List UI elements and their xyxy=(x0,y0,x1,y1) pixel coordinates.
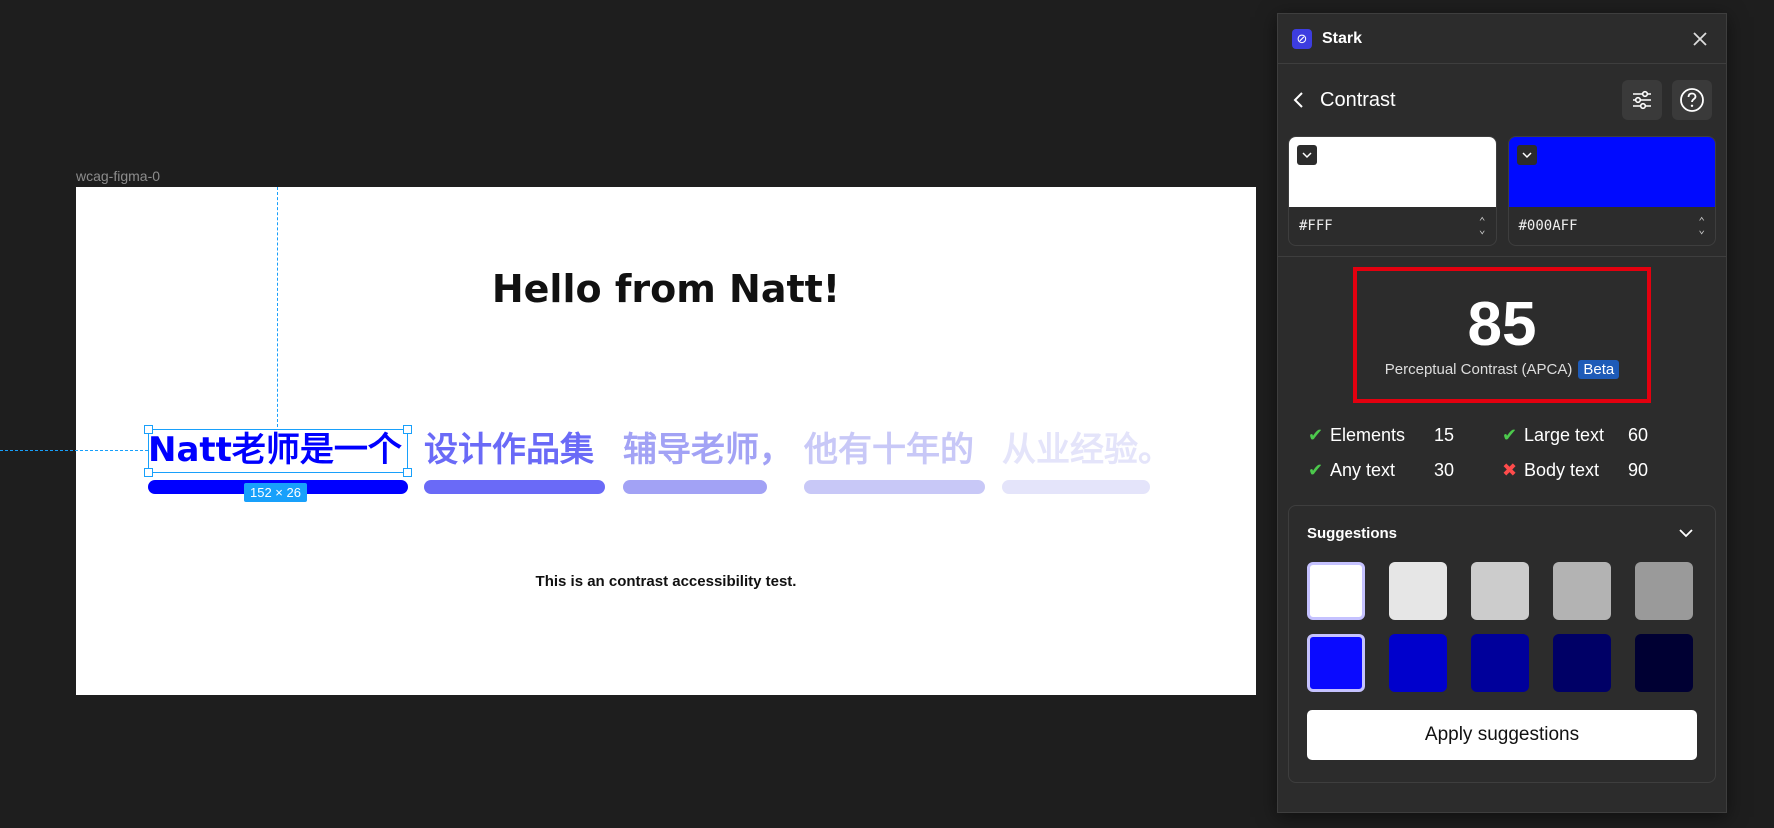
selection-box[interactable] xyxy=(144,425,412,477)
fail-cross-icon: ✖ xyxy=(1502,460,1518,480)
foreground-stepper-icon[interactable]: ⌃ ⌄ xyxy=(1479,216,1486,235)
color-bar-3 xyxy=(623,480,767,494)
suggestion-swatch[interactable] xyxy=(1553,634,1611,692)
help-button[interactable] xyxy=(1672,80,1712,120)
contrast-score-box: 85 Perceptual Contrast (APCA) Beta xyxy=(1353,267,1651,403)
text-layer-2-text: 设计作品集 xyxy=(424,430,594,470)
result-body-text: ✖ Body text 90 xyxy=(1502,460,1696,481)
foreground-dropdown-icon[interactable] xyxy=(1297,145,1317,165)
text-layer-3-text: 辅导老师， xyxy=(623,430,793,470)
text-layer-4-text: 他有十年的 xyxy=(804,430,974,470)
suggestion-swatch[interactable] xyxy=(1307,634,1365,692)
panel-titlebar: ⊘ Stark xyxy=(1278,14,1726,64)
suggestion-swatch[interactable] xyxy=(1389,562,1447,620)
results-grid: ✔ Elements 15 ✔ Large text 60 ✔ Any text… xyxy=(1278,403,1726,481)
selection-size-badge: 152 × 26 xyxy=(244,483,307,502)
color-bar-2 xyxy=(424,480,605,494)
result-label: Large text xyxy=(1524,425,1605,445)
text-layer-5-text: 从业经验。 xyxy=(1002,430,1172,470)
beta-badge: Beta xyxy=(1578,359,1620,379)
text-layer-5[interactable]: 从业经验。 xyxy=(1002,427,1172,494)
frame-label[interactable]: wcag-figma-0 xyxy=(76,168,160,184)
foreground-hex-value[interactable]: #FFF xyxy=(1299,218,1479,234)
panel-header: Contrast xyxy=(1278,64,1726,136)
resize-handle-bl[interactable] xyxy=(144,468,153,477)
foreground-swatch-card: #FFF ⌃ ⌄ xyxy=(1288,136,1497,246)
help-icon xyxy=(1680,88,1704,112)
score-label: Perceptual Contrast (APCA) xyxy=(1384,360,1573,378)
foreground-swatch[interactable] xyxy=(1289,137,1496,207)
background-swatch[interactable] xyxy=(1508,137,1715,207)
result-value: 30 xyxy=(1434,460,1455,480)
canvas-frame[interactable]: Hello from Natt! Natt老师是一个 设计作品集 辅导老师， 他… xyxy=(0,187,1256,695)
suggestion-swatch[interactable] xyxy=(1635,634,1693,692)
result-label: Elements xyxy=(1330,425,1406,445)
background-stepper-icon[interactable]: ⌃ ⌄ xyxy=(1698,216,1705,235)
settings-sliders-button[interactable] xyxy=(1622,80,1662,120)
color-bar-4 xyxy=(804,480,985,494)
result-value: 60 xyxy=(1628,425,1649,445)
suggestion-swatch[interactable] xyxy=(1553,562,1611,620)
suggestion-swatch[interactable] xyxy=(1471,562,1529,620)
contrast-score: 85 xyxy=(1467,289,1537,359)
score-label-row: Perceptual Contrast (APCA) Beta xyxy=(1384,359,1620,379)
app-name: Stark xyxy=(1322,29,1363,47)
guide-horizontal xyxy=(0,450,148,451)
result-label: Any text xyxy=(1330,460,1396,480)
frame-heading[interactable]: Hello from Natt! xyxy=(76,267,1256,311)
result-value: 90 xyxy=(1628,460,1649,480)
text-layer-3[interactable]: 辅导老师， xyxy=(623,427,793,494)
background-dropdown-icon[interactable] xyxy=(1516,145,1537,165)
resize-handle-tr[interactable] xyxy=(403,425,412,434)
resize-handle-tl[interactable] xyxy=(144,425,153,434)
resize-handle-br[interactable] xyxy=(403,468,412,477)
suggestions-header[interactable]: Suggestions xyxy=(1307,522,1697,544)
pass-check-icon: ✔ xyxy=(1308,425,1324,445)
pass-check-icon: ✔ xyxy=(1308,460,1324,480)
divider xyxy=(1278,256,1726,257)
suggestion-swatch[interactable] xyxy=(1307,562,1365,620)
pass-check-icon: ✔ xyxy=(1502,425,1518,445)
result-elements: ✔ Elements 15 xyxy=(1308,425,1502,446)
apply-suggestions-button[interactable]: Apply suggestions xyxy=(1307,710,1697,760)
suggestions-title: Suggestions xyxy=(1307,524,1398,542)
suggestion-swatch-grid xyxy=(1307,562,1697,692)
color-pair: #FFF ⌃ ⌄ #000AFF ⌃ ⌄ xyxy=(1278,136,1726,246)
chevron-down-icon[interactable] xyxy=(1675,522,1697,544)
foreground-hex-field[interactable]: #FFF ⌃ ⌄ xyxy=(1289,207,1496,245)
text-layer-4[interactable]: 他有十年的 xyxy=(804,427,985,494)
back-chevron-icon[interactable] xyxy=(1292,89,1314,111)
background-hex-field[interactable]: #000AFF ⌃ ⌄ xyxy=(1509,207,1716,245)
background-hex-value[interactable]: #000AFF xyxy=(1519,218,1699,234)
result-label: Body text xyxy=(1524,460,1600,480)
stark-logo-icon: ⊘ xyxy=(1292,28,1312,49)
suggestions-card: Suggestions Apply suggestions xyxy=(1288,505,1716,783)
suggestion-swatch[interactable] xyxy=(1389,634,1447,692)
close-icon[interactable] xyxy=(1688,27,1712,51)
result-value: 15 xyxy=(1434,425,1455,445)
suggestion-swatch[interactable] xyxy=(1471,634,1529,692)
color-bar-5 xyxy=(1002,480,1150,494)
frame-footer-text[interactable]: This is an contrast accessibility test. xyxy=(76,573,1256,590)
result-large-text: ✔ Large text 60 xyxy=(1502,425,1696,446)
background-swatch-card: #000AFF ⌃ ⌄ xyxy=(1507,136,1716,246)
suggestion-swatch[interactable] xyxy=(1635,562,1693,620)
sliders-icon xyxy=(1633,90,1651,110)
stark-panel: ⊘ Stark Contrast #FFF ⌃ ⌄ #000AFF ⌃ ⌄ 85… xyxy=(1277,13,1727,813)
result-any-text: ✔ Any text 30 xyxy=(1308,460,1502,481)
section-title: Contrast xyxy=(1320,88,1396,111)
text-layer-2[interactable]: 设计作品集 xyxy=(424,427,605,494)
